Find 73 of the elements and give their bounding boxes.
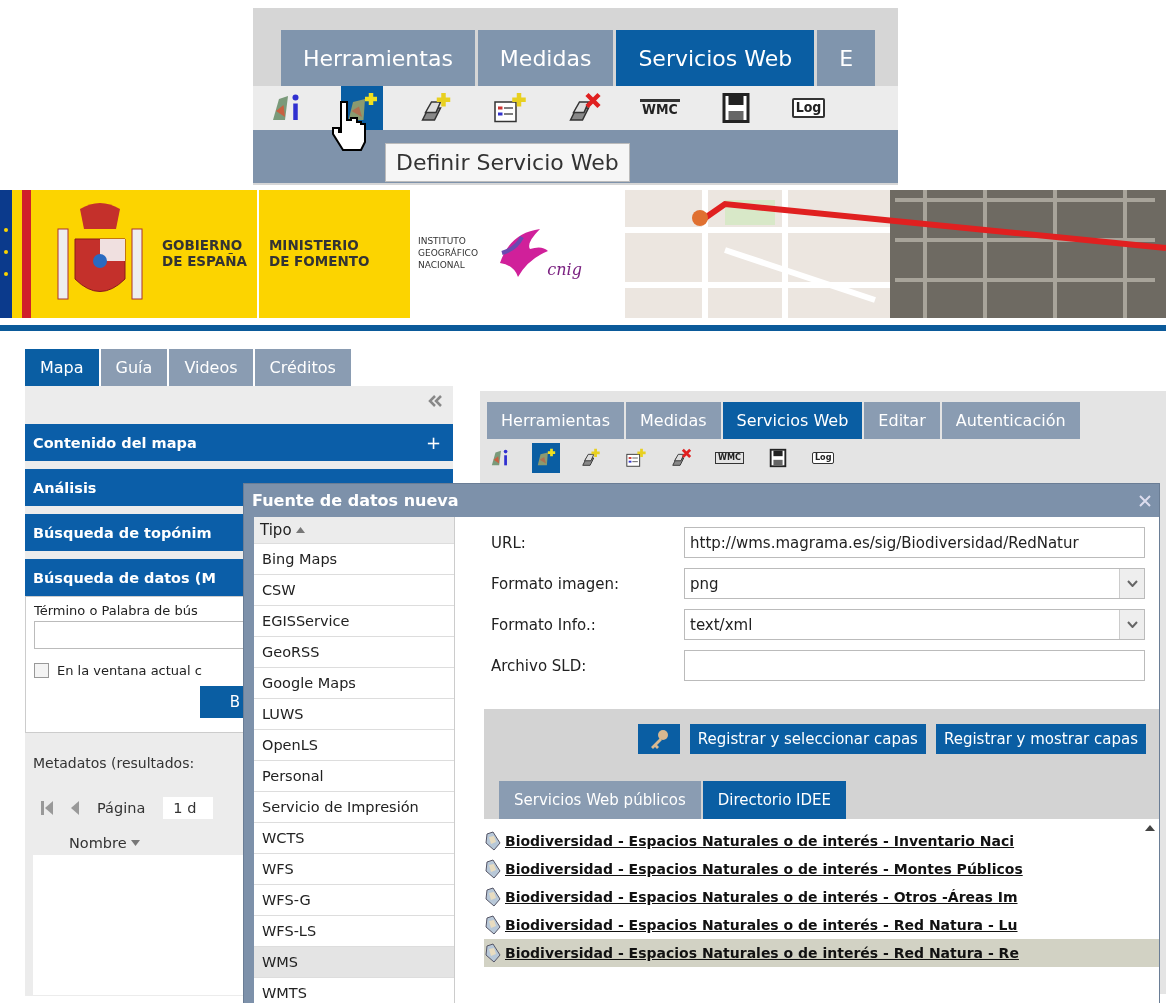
field-label: Formato imagen: <box>491 574 621 593</box>
list-item[interactable]: Servicio de Impresión <box>254 792 454 823</box>
hand-cursor-icon <box>331 100 367 152</box>
input-field[interactable]: http://wms.magrama.es/sig/Biodiversidad/RedNatur <box>684 527 1145 558</box>
service-row[interactable]: Biodiversidad - Espacios Naturales o de interés - Montes Públicos <box>484 855 1159 883</box>
dropdown-field[interactable]: png <box>684 568 1145 599</box>
government-name: GOBIERNO DE ESPAÑA <box>162 238 247 270</box>
collapse-icon[interactable] <box>427 394 443 408</box>
page-label: Página <box>97 800 146 816</box>
page-field[interactable]: 1 d <box>163 797 214 819</box>
institute-name: INSTITUTO GEOGRÁFICO NACIONAL <box>418 236 478 272</box>
field-label: Archivo SLD: <box>491 656 588 675</box>
list-item[interactable]: WMTS <box>254 978 454 1003</box>
sort-down-icon <box>130 840 140 846</box>
toolbar-button[interactable]: WMC <box>637 86 683 130</box>
layer-icon <box>484 915 502 935</box>
caret-icon <box>1126 580 1138 587</box>
list-item[interactable]: WFS <box>254 854 454 885</box>
field-label: URL: <box>491 533 527 552</box>
service-row[interactable]: Biodiversidad - Espacios Naturales o de interés - Red Natura - Re <box>484 939 1159 967</box>
register-button[interactable]: Registrar y mostrar capas <box>935 724 1146 754</box>
list-item[interactable]: LUWS <box>254 699 454 730</box>
toolbar-button[interactable]: WMC <box>712 443 747 473</box>
layer-icon <box>484 887 502 907</box>
accordion-header[interactable]: Contenido del mapa + <box>25 424 453 461</box>
layers-plus-icon <box>580 447 602 469</box>
field-label: Formato Info.: <box>491 615 597 634</box>
list-item[interactable]: GeoRSS <box>254 637 454 668</box>
dropdown-field[interactable]: text/xml <box>684 609 1145 640</box>
list-item[interactable]: Bing Maps <box>254 544 454 575</box>
form-plus-icon <box>625 447 647 469</box>
layer-icon <box>484 831 502 851</box>
field-label: Término o Palabra de bús <box>34 603 199 618</box>
expand-toggle[interactable]: + <box>425 432 441 453</box>
input-field[interactable] <box>684 650 1145 681</box>
section-title: Búsqueda de datos (M <box>33 569 216 586</box>
column-header[interactable]: Nombre <box>69 835 127 851</box>
list-item[interactable]: WCTS <box>254 823 454 854</box>
section-title: Contenido del mapa <box>33 434 197 451</box>
caret-icon <box>1126 621 1138 628</box>
list-item[interactable]: EGISService <box>254 606 454 637</box>
service-row[interactable]: Biodiversidad - Espacios Naturales o de interés - Otros -Áreas Im <box>484 883 1159 911</box>
toolbar-button[interactable]: Log <box>808 443 838 473</box>
section-title: Análisis <box>33 479 97 496</box>
checkbox[interactable] <box>34 663 49 678</box>
register-button[interactable]: Registrar y seleccionar capas <box>689 724 926 754</box>
list-item[interactable]: WFS-G <box>254 885 454 916</box>
tab[interactable]: Directorio IDEE <box>702 781 847 819</box>
tab[interactable]: Servicios Web <box>616 30 815 86</box>
list-item[interactable]: CSW <box>254 575 454 606</box>
sort-up-icon <box>295 527 305 533</box>
column-header[interactable]: Tipo <box>260 521 292 539</box>
layer-icon <box>484 943 502 963</box>
list-item[interactable]: Google Maps <box>254 668 454 699</box>
service-row[interactable]: Biodiversidad - Espacios Naturales o de interés - Red Natura - Lu <box>484 911 1159 939</box>
tab[interactable]: Servicios Web <box>722 402 863 439</box>
layers-delete-icon <box>670 447 692 469</box>
toolbar-button[interactable]: Log <box>788 86 829 130</box>
layer-icon <box>484 859 502 879</box>
tooltip: Definir Servicio Web <box>385 143 630 182</box>
ministry-name: MINISTERIO DE FOMENTO <box>268 238 370 270</box>
search-button[interactable]: B <box>200 686 244 718</box>
service-row[interactable]: Biodiversidad - Espacios Naturales o de interés - Inventario Naci <box>484 827 1159 855</box>
scroll-up-icon[interactable] <box>1145 825 1155 831</box>
results-label: Metadatos (resultados: <box>33 755 196 771</box>
tab[interactable]: Mapa <box>25 349 99 386</box>
list-item[interactable]: OpenLS <box>254 730 454 761</box>
list-item[interactable]: WMS <box>254 947 454 978</box>
key-button[interactable] <box>637 724 680 754</box>
section-title: Búsqueda de topónim <box>33 524 212 541</box>
logo-text: cnig <box>547 260 582 279</box>
checkbox-label: En la ventana actual c <box>57 663 202 678</box>
list-item[interactable]: Personal <box>254 761 454 792</box>
